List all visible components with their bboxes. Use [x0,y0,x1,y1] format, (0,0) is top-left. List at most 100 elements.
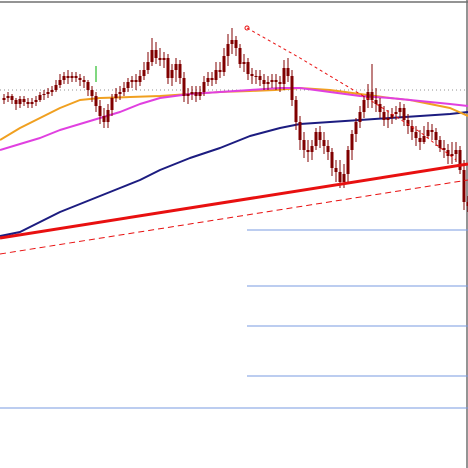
candle-body-54 [218,70,222,72]
candle-body-83 [334,168,338,172]
candle-body-100 [402,108,406,120]
candle-body-95 [382,112,386,120]
candle-body-62 [250,74,254,76]
candle-body-60 [242,62,246,64]
candle-body-98 [394,112,398,114]
frame-layer [0,0,468,468]
candle-body-71 [286,68,290,76]
candle-body-50 [202,82,206,92]
candle-body-59 [238,48,242,64]
candle-body-87 [350,134,354,150]
candle-body-26 [106,110,110,122]
candle-body-85 [342,174,346,182]
candle-body-20 [82,80,86,82]
candle-body-42 [170,70,174,78]
candle-body-38 [154,50,158,58]
candle-body-107 [430,130,434,132]
candle-body-115 [462,170,466,202]
candle-body-48 [194,92,198,96]
candle-body-93 [374,100,378,104]
candle-body-3 [14,100,18,104]
candle-body-75 [302,140,306,150]
trendline-solid [0,162,468,240]
candle-body-92 [370,92,374,100]
candle-body-104 [418,138,422,142]
candle-body-13 [54,85,58,90]
candle-body-18 [74,76,78,78]
candle-body-30 [122,88,126,92]
candle-body-11 [46,92,50,94]
candle-body-99 [398,108,402,112]
chart-area [0,0,468,468]
candle-body-84 [338,172,342,182]
candle-body-66 [266,82,270,84]
candle-body-73 [294,100,298,122]
candle-body-89 [358,112,362,122]
candle-body-61 [246,62,250,74]
candle-body-82 [330,152,334,168]
candle-body-108 [434,132,438,140]
candle-body-113 [454,150,458,154]
candle-body-43 [174,64,178,70]
candle-body-96 [386,118,390,120]
candle-body-64 [258,76,262,80]
candle-body-63 [254,76,258,77]
candle-body-86 [346,150,350,174]
candle-body-81 [326,146,330,152]
candle-body-70 [282,68,286,84]
candle-body-21 [86,82,90,90]
candle-body-23 [94,96,98,106]
candle-body-68 [274,80,278,82]
candle-body-65 [262,80,266,84]
candle-body-33 [134,80,138,82]
candle-body-32 [130,80,134,82]
candle-body-6 [26,102,30,104]
candle-body-19 [78,78,82,80]
candle-body-28 [114,94,118,98]
moving-average-orange-line [0,87,468,141]
candle-body-5 [22,99,26,102]
candle-body-49 [198,92,202,96]
candle-body-25 [102,116,106,122]
candle-body-41 [166,58,170,78]
candle-body-77 [310,146,314,152]
candle-body-52 [210,78,214,80]
candle-body-16 [66,76,70,78]
candle-body-8 [34,100,38,102]
candle-body-57 [230,40,234,44]
candle-body-14 [58,80,62,85]
candle-body-55 [222,56,226,72]
candle-body-103 [414,132,418,138]
candle-body-78 [314,132,318,146]
candle-body-76 [306,150,310,152]
candle-body-36 [146,62,150,70]
candle-body-47 [190,92,194,94]
trendline-dashed-parallel [0,179,468,255]
candle-body-9 [38,95,42,100]
candle-body-105 [422,136,426,142]
candle-body-109 [438,140,442,148]
candle-body-74 [298,122,302,140]
candle-body-56 [226,44,230,56]
candle-body-29 [118,92,122,94]
level-layer [0,89,468,409]
candle-body-35 [142,70,146,76]
candle-body-1 [6,96,10,98]
price-chart [0,0,468,468]
candle-body-24 [98,106,102,116]
candle-body-44 [178,64,182,78]
candle-body-51 [206,78,210,82]
candle-body-90 [362,100,366,112]
candle-body-27 [110,98,114,110]
candle-body-106 [426,130,430,136]
candle-body-46 [186,94,190,96]
candle-body-2 [10,96,14,100]
candle-body-72 [290,76,294,100]
candle-body-15 [62,76,66,80]
trendline-layer [0,25,468,255]
candle-layer [2,28,468,212]
candle-body-39 [158,58,162,60]
candle-body-17 [70,76,74,78]
moving-average-magenta-line [0,87,468,151]
candle-body-31 [126,82,130,88]
